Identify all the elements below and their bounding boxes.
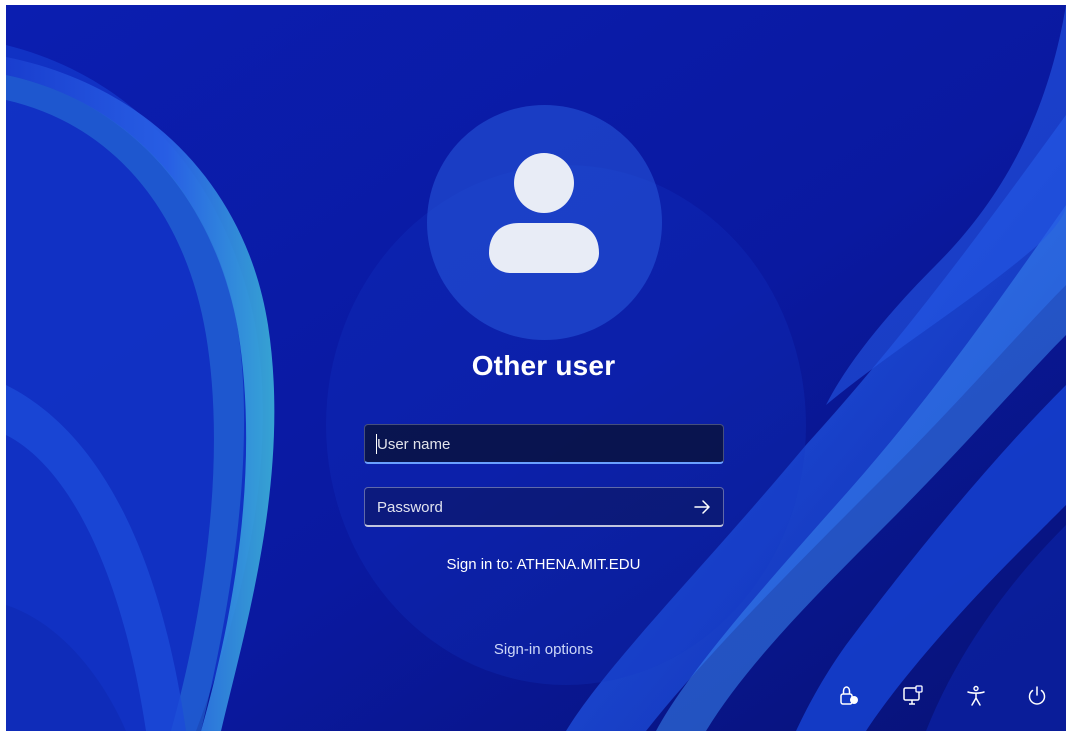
user-display-name: Other user	[471, 350, 616, 381]
password-placeholder: Password	[377, 499, 443, 516]
arrow-right-icon[interactable]	[689, 494, 715, 520]
person-icon	[489, 153, 599, 273]
sign-in-options-link[interactable]: Sign-in options	[6, 641, 1066, 658]
user-avatar	[427, 105, 662, 340]
username-field[interactable]: User name	[364, 424, 724, 464]
username-placeholder: User name	[377, 436, 451, 453]
accessibility-icon[interactable]	[964, 684, 988, 708]
power-icon[interactable]	[1025, 684, 1049, 708]
password-field[interactable]: Password	[364, 487, 724, 527]
lock-screen: Other user User name Password Sign in to…	[6, 5, 1066, 731]
sign-in-domain: Sign in to: ATHENA.MIT.EDU	[446, 556, 641, 573]
remote-desktop-icon[interactable]	[901, 684, 925, 708]
network-icon[interactable]	[837, 684, 861, 708]
